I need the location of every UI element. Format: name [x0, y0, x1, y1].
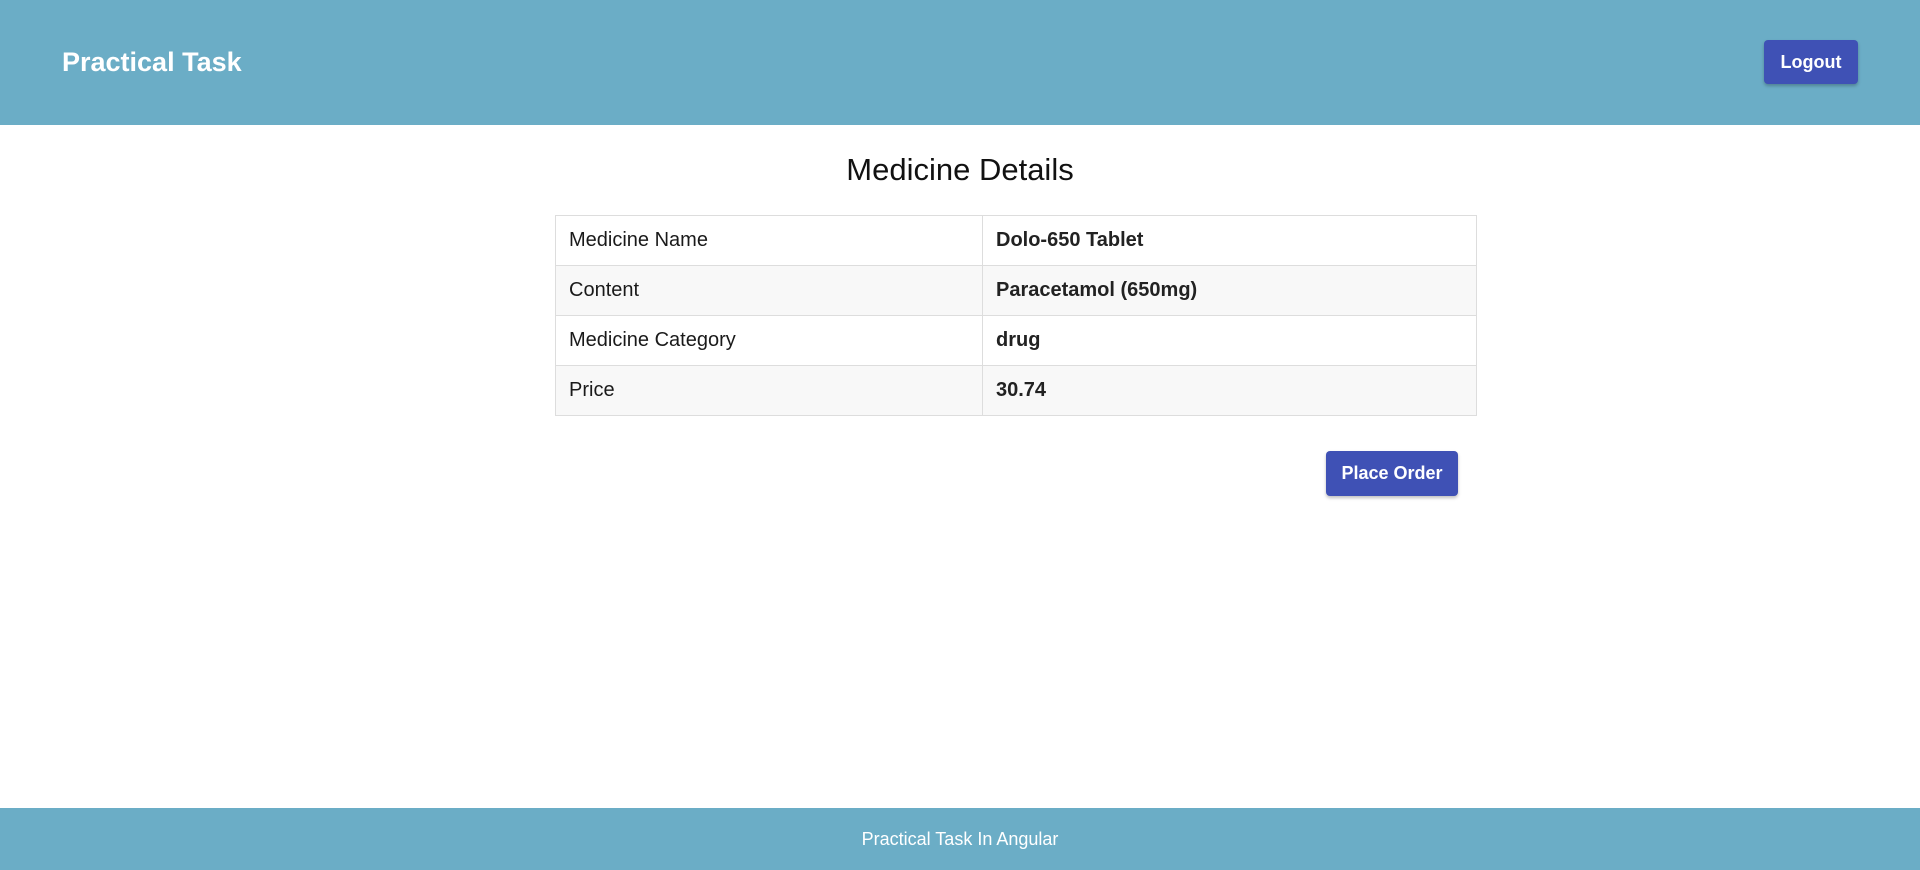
place-order-button[interactable]: Place Order [1326, 451, 1458, 496]
table-row: Content Paracetamol (650mg) [555, 265, 1477, 316]
logout-button[interactable]: Logout [1764, 40, 1858, 84]
row-label: Medicine Category [555, 315, 983, 366]
medicine-details-table: Medicine Name Dolo-650 Tablet Content Pa… [555, 215, 1477, 416]
app-footer: Practical Task In Angular [0, 808, 1920, 870]
row-label: Content [555, 265, 983, 316]
row-value: 30.74 [982, 365, 1477, 416]
table-row: Price 30.74 [555, 365, 1477, 416]
table-row: Medicine Name Dolo-650 Tablet [555, 215, 1477, 266]
table-row: Medicine Category drug [555, 315, 1477, 366]
app-header: Practical Task Logout [0, 0, 1920, 125]
page-title: Medicine Details [846, 152, 1074, 187]
app-title: Practical Task [62, 47, 242, 77]
footer-text: Practical Task In Angular [861, 829, 1059, 849]
row-value: drug [982, 315, 1477, 366]
row-value: Paracetamol (650mg) [982, 265, 1477, 316]
row-value: Dolo-650 Tablet [982, 215, 1477, 266]
row-label: Medicine Name [555, 215, 983, 266]
row-label: Price [555, 365, 983, 416]
